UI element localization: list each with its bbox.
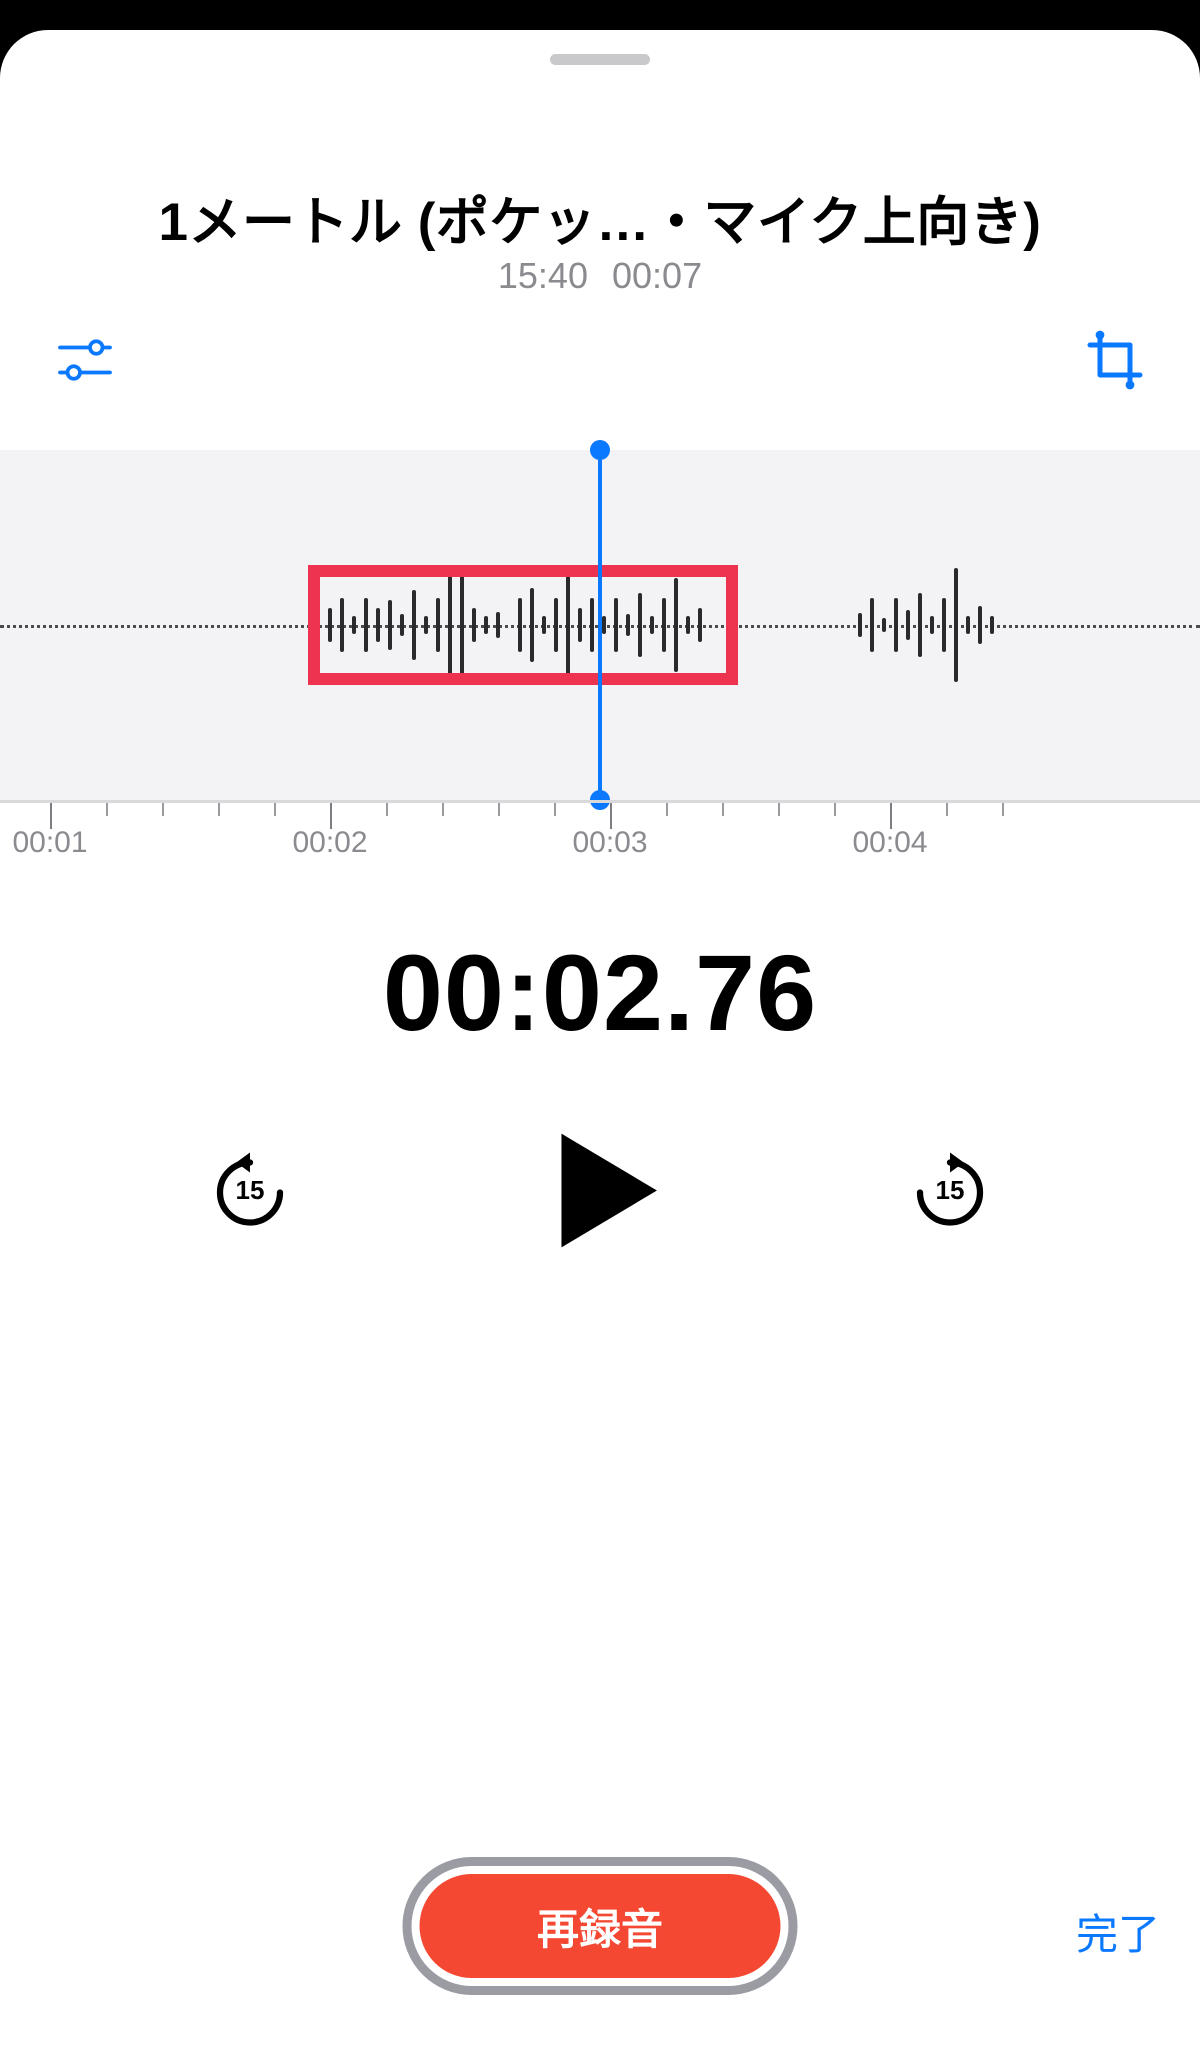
transport-controls: 15 15: [0, 1110, 1200, 1270]
ruler-label-3: 00:03: [572, 826, 647, 860]
playhead-handle-top[interactable]: [590, 440, 610, 460]
ruler-bar: [0, 800, 1200, 826]
crop-icon: [1085, 330, 1145, 390]
skip-back-seconds: 15: [236, 1175, 265, 1206]
selection-highlight: [308, 565, 738, 685]
rerecord-button[interactable]: 再録音: [420, 1874, 781, 1978]
done-button[interactable]: 完了: [1076, 1901, 1160, 1962]
playhead[interactable]: [598, 450, 602, 800]
options-button[interactable]: [55, 330, 115, 390]
recording-title[interactable]: 1メートル (ポケッ…・マイク上向き): [30, 180, 1170, 256]
recording-meta: 15:40 00:07: [0, 255, 1200, 297]
footer-controls: 再録音 完了: [0, 1857, 1200, 2017]
recording-duration: 00:07: [612, 255, 702, 296]
play-button[interactable]: [552, 1128, 667, 1253]
waveform-panel[interactable]: [0, 450, 1200, 800]
edit-toolbar: [55, 330, 1145, 400]
crop-button[interactable]: [1085, 330, 1145, 390]
ruler-label-4: 00:04: [852, 826, 927, 860]
ruler-label-1: 00:01: [12, 826, 87, 860]
skip-forward-button[interactable]: 15: [910, 1150, 990, 1230]
editor-sheet: 1メートル (ポケッ…・マイク上向き) 15:40 00:07: [0, 30, 1200, 2057]
record-button-ring: 再録音: [403, 1857, 798, 1995]
skip-fwd-seconds: 15: [936, 1175, 965, 1206]
recording-time: 15:40: [498, 255, 588, 296]
elapsed-time: 00:02.76: [0, 930, 1200, 1055]
play-icon: [552, 1128, 667, 1253]
sliders-icon: [55, 330, 115, 390]
ruler-label-2: 00:02: [292, 826, 367, 860]
sheet-grabber[interactable]: [550, 54, 650, 65]
time-ruler[interactable]: 00:01 00:02 00:03 00:04: [0, 800, 1200, 870]
skip-back-button[interactable]: 15: [210, 1150, 290, 1230]
